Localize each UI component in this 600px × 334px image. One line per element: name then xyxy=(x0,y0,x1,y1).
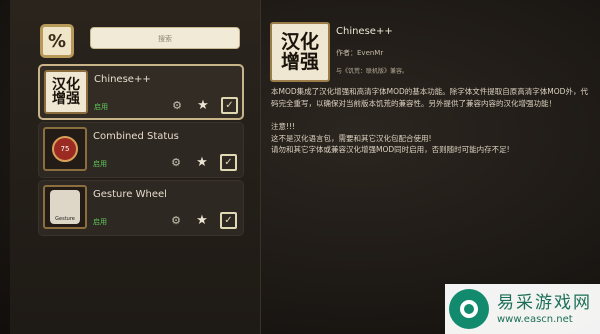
star-icon[interactable]: ★ xyxy=(195,155,209,170)
detail-thumbnail: 汉化增强 xyxy=(270,22,330,82)
checkbox-icon[interactable]: ✓ xyxy=(221,97,238,114)
watermark-name: 易采游戏网 xyxy=(497,293,592,313)
star-icon[interactable]: ★ xyxy=(195,213,209,228)
mod-item-chinese[interactable]: 汉化增强 Chinese++ 启用 ⚙ ★ ✓ xyxy=(38,64,244,120)
checkbox-icon[interactable]: ✓ xyxy=(220,212,237,229)
mod-status: 启用 xyxy=(93,160,107,168)
star-icon[interactable]: ★ xyxy=(196,98,210,113)
checkbox-icon[interactable]: ✓ xyxy=(220,154,237,171)
search-input[interactable]: 搜索 xyxy=(90,27,240,49)
desc-line: 注意!!! xyxy=(271,122,296,131)
mod-name: Combined Status xyxy=(93,131,179,142)
detail-description: 本MOD集成了汉化增强和高清字体MOD的基本功能。除字体文件提取自原高清字体MO… xyxy=(271,86,595,156)
filter-button[interactable]: % xyxy=(40,24,74,58)
mod-item-gesture-wheel[interactable]: Gesture Gesture Wheel 启用 ⚙ ★ ✓ xyxy=(38,180,244,236)
mod-status: 启用 xyxy=(93,218,107,226)
watermark: 易采游戏网 www.eascn.net xyxy=(445,284,600,334)
detail-author: 作者：EvenMr xyxy=(336,49,384,57)
mod-thumbnail: 汉化增强 xyxy=(44,70,88,114)
mod-name: Chinese++ xyxy=(94,74,151,85)
character-icon: Gesture xyxy=(50,190,80,224)
mod-status: 启用 xyxy=(94,103,108,111)
detail-compat: 与《饥荒：联机版》兼容。 xyxy=(336,68,409,75)
detail-title: Chinese++ xyxy=(336,26,393,37)
mod-name: Gesture Wheel xyxy=(93,189,167,200)
watermark-logo-icon xyxy=(449,289,489,329)
desc-line: 本MOD集成了汉化增强和高清字体MOD的基本功能。除字体文件提取自原高清字体MO… xyxy=(271,87,588,108)
desc-line: 请勿和其它字体或兼容汉化增强MOD同时启用，否则随时可能内存不足! xyxy=(271,145,510,154)
mod-item-combined-status[interactable]: 75 Combined Status 启用 ⚙ ★ ✓ xyxy=(38,122,244,178)
desc-line: 这不是汉化语言包，需要和其它汉化包配合使用! xyxy=(271,133,432,143)
heart-icon: 75 xyxy=(52,136,78,162)
filter-icon: % xyxy=(47,30,67,52)
mod-thumbnail: 75 xyxy=(43,127,87,171)
watermark-url: www.eascn.net xyxy=(497,314,573,325)
wrench-icon[interactable]: ⚙ xyxy=(170,98,184,112)
wrench-icon[interactable]: ⚙ xyxy=(169,155,183,169)
mod-thumbnail: Gesture xyxy=(43,185,87,229)
wrench-icon[interactable]: ⚙ xyxy=(169,213,183,227)
